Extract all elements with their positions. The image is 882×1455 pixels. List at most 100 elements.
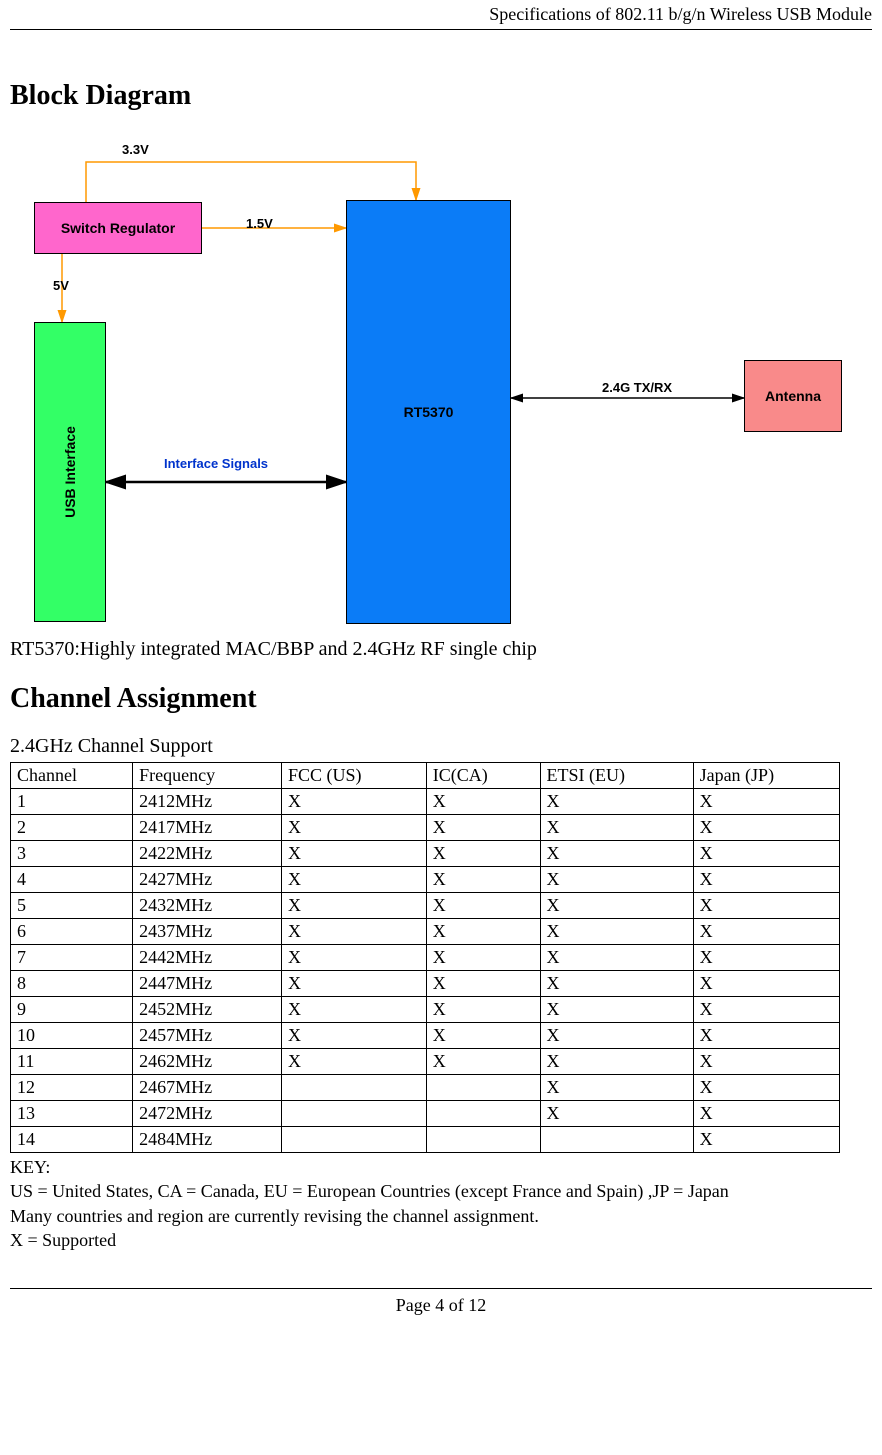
table-cell: X — [693, 867, 839, 893]
key-line-1: US = United States, CA = Canada, EU = Eu… — [10, 1179, 872, 1203]
table-row: 142484MHz X — [11, 1127, 840, 1153]
table-row: 12412MHzXXXX — [11, 789, 840, 815]
table-row: 22417MHzXXXX — [11, 815, 840, 841]
channel-table: Channel Frequency FCC (US) IC(CA) ETSI (… — [10, 762, 840, 1153]
col-etsi: ETSI (EU) — [540, 763, 693, 789]
table-cell: 1 — [11, 789, 133, 815]
table-cell: 7 — [11, 945, 133, 971]
table-cell: X — [426, 815, 540, 841]
table-cell: X — [693, 841, 839, 867]
table-cell: X — [426, 971, 540, 997]
table-cell: X — [540, 997, 693, 1023]
table-cell: X — [282, 841, 427, 867]
table-cell: X — [540, 789, 693, 815]
table-cell: 2 — [11, 815, 133, 841]
key-line-2: Many countries and region are currently … — [10, 1204, 872, 1228]
table-cell: 4 — [11, 867, 133, 893]
label-1-5v: 1.5V — [246, 216, 273, 231]
table-cell — [282, 1075, 427, 1101]
page-number: Page 4 of 12 — [396, 1295, 486, 1315]
table-cell: 2437MHz — [133, 919, 282, 945]
switch-regulator-box: Switch Regulator — [34, 202, 202, 254]
section-block-diagram-title: Block Diagram — [10, 80, 872, 112]
page-footer: Page 4 of 12 — [10, 1288, 872, 1316]
header-title: Specifications of 802.11 b/g/n Wireless … — [489, 4, 872, 25]
table-cell — [282, 1127, 427, 1153]
table-row: 62437MHzXXXX — [11, 919, 840, 945]
table-cell: X — [282, 971, 427, 997]
header-rule: Specifications of 802.11 b/g/n Wireless … — [10, 0, 872, 30]
table-cell: X — [282, 919, 427, 945]
table-cell: 10 — [11, 1023, 133, 1049]
antenna-label: Antenna — [765, 388, 821, 404]
label-interface-signals: Interface Signals — [164, 456, 268, 471]
table-cell: 2462MHz — [133, 1049, 282, 1075]
table-cell: 2427MHz — [133, 867, 282, 893]
table-cell — [426, 1075, 540, 1101]
table-cell: X — [540, 945, 693, 971]
table-cell: X — [426, 997, 540, 1023]
table-cell: 8 — [11, 971, 133, 997]
col-channel: Channel — [11, 763, 133, 789]
table-cell: 12 — [11, 1075, 133, 1101]
usb-interface-box: USB Interface — [34, 322, 106, 622]
table-cell: 14 — [11, 1127, 133, 1153]
table-cell: X — [693, 945, 839, 971]
table-cell: 2422MHz — [133, 841, 282, 867]
table-cell: X — [426, 893, 540, 919]
table-cell: X — [426, 919, 540, 945]
table-cell: X — [540, 919, 693, 945]
key-heading: KEY: — [10, 1155, 872, 1179]
table-cell: X — [693, 1075, 839, 1101]
table-cell: X — [282, 867, 427, 893]
label-5v: 5V — [53, 278, 69, 293]
table-cell: X — [426, 841, 540, 867]
table-cell: 2417MHz — [133, 815, 282, 841]
table-cell — [282, 1101, 427, 1127]
label-3-3v: 3.3V — [122, 142, 149, 157]
table-cell: X — [693, 997, 839, 1023]
table-cell: X — [282, 1023, 427, 1049]
table-row: 82447MHzXXXX — [11, 971, 840, 997]
col-frequency: Frequency — [133, 763, 282, 789]
table-cell: X — [426, 867, 540, 893]
table-cell: X — [693, 815, 839, 841]
table-cell: X — [693, 1023, 839, 1049]
table-cell: 2432MHz — [133, 893, 282, 919]
table-cell: X — [540, 841, 693, 867]
table-cell: X — [282, 945, 427, 971]
table-cell: X — [540, 867, 693, 893]
table-cell: X — [693, 971, 839, 997]
table-row: 132472MHzXX — [11, 1101, 840, 1127]
table-row: 122467MHzXX — [11, 1075, 840, 1101]
table-cell: X — [282, 815, 427, 841]
table-cell: X — [540, 1101, 693, 1127]
table-row: 42427MHzXXXX — [11, 867, 840, 893]
table-cell: X — [282, 1049, 427, 1075]
table-cell: 13 — [11, 1101, 133, 1127]
table-cell: 3 — [11, 841, 133, 867]
table-cell: 5 — [11, 893, 133, 919]
table-cell: X — [693, 789, 839, 815]
channel-support-subheading: 2.4GHz Channel Support — [10, 735, 872, 758]
table-cell: 2484MHz — [133, 1127, 282, 1153]
col-japan: Japan (JP) — [693, 763, 839, 789]
table-cell: X — [540, 1049, 693, 1075]
table-cell: X — [693, 1127, 839, 1153]
table-cell: 2412MHz — [133, 789, 282, 815]
table-row: 102457MHzXXXX — [11, 1023, 840, 1049]
key-block: KEY: US = United States, CA = Canada, EU… — [10, 1155, 872, 1252]
table-cell: X — [426, 945, 540, 971]
table-cell: X — [426, 1049, 540, 1075]
table-cell: X — [282, 997, 427, 1023]
table-cell: 2447MHz — [133, 971, 282, 997]
table-row: 52432MHzXXXX — [11, 893, 840, 919]
rt5370-label: RT5370 — [404, 404, 454, 420]
table-cell: 2472MHz — [133, 1101, 282, 1127]
table-cell: X — [540, 893, 693, 919]
table-cell: 2442MHz — [133, 945, 282, 971]
col-fcc: FCC (US) — [282, 763, 427, 789]
table-row: 112462MHzXXXX — [11, 1049, 840, 1075]
table-cell: X — [693, 919, 839, 945]
table-cell: X — [426, 1023, 540, 1049]
